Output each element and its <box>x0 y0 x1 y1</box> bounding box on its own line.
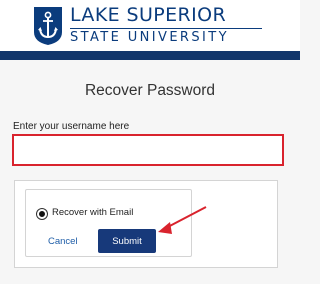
logo-text-line2: STATE UNIVERSITY <box>70 30 229 45</box>
recovery-card: Recover with Email <box>14 180 278 268</box>
anchor-shield-icon <box>34 7 62 45</box>
logo-divider <box>70 28 262 29</box>
recover-email-label[interactable]: Recover with Email <box>52 207 133 218</box>
logo-text-line1: LAKE SUPERIOR <box>70 4 227 26</box>
site-header: LAKE SUPERIOR STATE UNIVERSITY <box>0 0 300 51</box>
username-input[interactable] <box>12 134 284 166</box>
header-bar <box>0 51 300 60</box>
red-arrow-annotation <box>158 206 207 234</box>
submit-button[interactable]: Submit <box>98 229 156 253</box>
recover-email-radio[interactable] <box>37 209 47 219</box>
page-title: Recover Password <box>84 82 216 99</box>
cancel-link[interactable]: Cancel <box>48 236 78 247</box>
username-label: Enter your username here <box>13 121 130 132</box>
